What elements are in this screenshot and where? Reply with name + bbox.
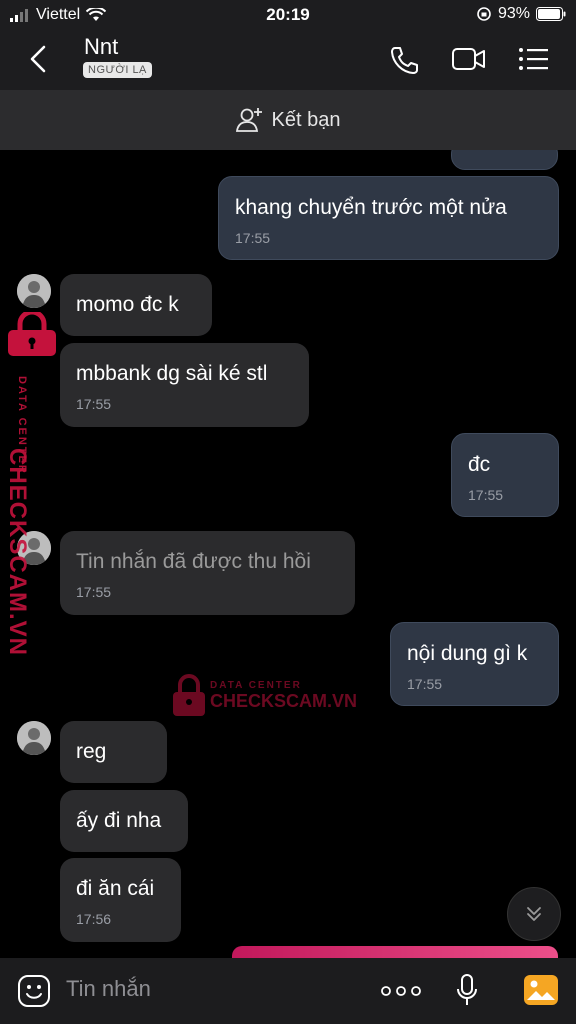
more-options-icon[interactable] <box>381 985 421 997</box>
message-text: đc <box>468 453 491 476</box>
watermark-line1: DATA CENTER <box>210 680 302 691</box>
message-text: khang chuyển trước một nửa <box>235 196 507 219</box>
message-bubble[interactable]: momo đc k <box>60 274 212 336</box>
message-text: ấy đi nha <box>76 809 162 832</box>
message-text: đi ăn cái <box>76 877 155 900</box>
previous-message-bubble[interactable] <box>451 150 558 170</box>
padlock-icon <box>8 312 56 356</box>
stranger-badge: NGƯỜI LẠ <box>83 62 152 78</box>
watermark-text: DATA CENTER CHECKSCAM.VN <box>210 680 357 712</box>
message-time: 17:55 <box>76 584 112 600</box>
message-time: 17:55 <box>468 487 504 503</box>
sticker-icon[interactable] <box>17 974 51 1008</box>
message-bubble[interactable]: ấy đi nha <box>60 790 188 852</box>
watermark-line2: CHECKSCAM.VN <box>4 448 31 657</box>
battery-percent: 93% <box>497 5 530 22</box>
back-arrow-icon[interactable] <box>28 44 48 74</box>
message-bubble[interactable]: đc 17:55 <box>451 433 559 517</box>
message-time: 17:55 <box>407 676 443 692</box>
add-friend-label: Kết bạn <box>271 108 341 131</box>
orientation-lock-icon <box>477 7 491 21</box>
message-text: momo đc k <box>76 293 179 316</box>
watermark-center: DATA CENTER CHECKSCAM.VN <box>172 674 362 718</box>
padlock-icon <box>173 674 205 716</box>
photo-gallery-icon[interactable] <box>523 974 559 1008</box>
message-time: 17:55 <box>235 230 271 246</box>
battery-icon <box>536 7 566 21</box>
double-chevron-down-icon <box>527 907 541 921</box>
watermark-line2: CHECKSCAM.VN <box>210 691 358 711</box>
contact-name[interactable]: Nnt <box>84 34 118 60</box>
message-bubble[interactable]: mbbank dg sài ké stl 17:55 <box>60 343 309 427</box>
avatar[interactable] <box>17 274 51 308</box>
status-bar: Viettel 20:19 93% <box>0 0 576 30</box>
message-bubble[interactable]: khang chuyển trước một nửa 17:55 <box>218 176 559 260</box>
message-time: 17:55 <box>76 396 112 412</box>
message-list[interactable]: khang chuyển trước một nửa 17:55 momo đc… <box>0 150 576 958</box>
message-time: 17:56 <box>76 911 112 927</box>
scroll-to-bottom-button[interactable] <box>507 887 561 941</box>
watermark-vertical: DATA CENTER CHECKSCAM.VN <box>4 312 62 732</box>
message-bubble[interactable]: nội dung gì k 17:55 <box>390 622 559 706</box>
message-text: Tin nhắn đã được thu hồi <box>76 550 311 573</box>
message-text: reg <box>76 740 107 763</box>
chat-header: Nnt NGƯỜI LẠ <box>0 30 576 90</box>
message-bubble[interactable]: reg <box>60 721 167 783</box>
recalled-message-bubble[interactable]: Tin nhắn đã được thu hồi 17:55 <box>60 531 355 615</box>
microphone-icon[interactable] <box>455 973 479 1009</box>
status-right: 93% <box>476 5 566 23</box>
menu-icon[interactable] <box>518 44 550 74</box>
phone-call-icon[interactable] <box>388 44 420 76</box>
message-input[interactable]: Tin nhắn <box>66 976 151 1002</box>
add-friend-icon <box>235 108 262 132</box>
message-text: mbbank dg sài ké stl <box>76 362 268 385</box>
add-friend-bar[interactable]: Kết bạn <box>0 90 576 150</box>
message-composer: Tin nhắn <box>0 958 576 1024</box>
video-call-icon[interactable] <box>451 44 487 74</box>
message-bubble[interactable]: đi ăn cái 17:56 <box>60 858 181 942</box>
image-message-preview[interactable] <box>232 946 558 958</box>
message-text: nội dung gì k <box>407 642 528 665</box>
